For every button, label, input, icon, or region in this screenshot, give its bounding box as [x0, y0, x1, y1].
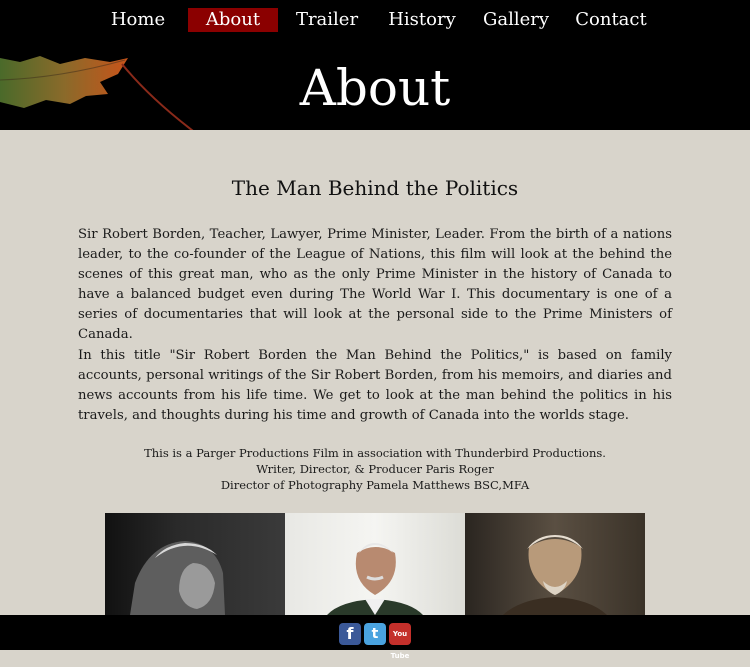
nav-trailer[interactable]: Trailer	[294, 8, 360, 32]
credit-line: Writer, Director, & Producer Paris Roger	[256, 462, 494, 476]
nav-about[interactable]: About	[188, 8, 278, 32]
source-paragraph: In this title "Sir Robert Borden the Man…	[78, 348, 672, 423]
main-content: The Man Behind the Politics Sir Robert B…	[0, 130, 750, 615]
portrait-strip	[105, 513, 645, 615]
nav-contact[interactable]: Contact	[574, 8, 648, 32]
intro-paragraph: Sir Robert Borden, Teacher, Lawyer, Prim…	[78, 227, 672, 342]
credit-line: Director of Photography Pamela Matthews …	[220, 478, 530, 492]
credit-line: This is a Parger Productions Film in ass…	[144, 446, 606, 460]
youtube-icon[interactable]: You Tube	[389, 623, 411, 660]
site-header: Home About Trailer History Gallery Conta…	[0, 0, 750, 130]
nav-home[interactable]: Home	[105, 8, 171, 32]
facebook-icon[interactable]: f	[339, 623, 361, 645]
site-footer: f t You Tube	[0, 615, 750, 660]
credits: This is a Parger Productions Film in ass…	[0, 445, 750, 493]
portrait-photo	[285, 513, 465, 615]
portrait-photo	[465, 513, 645, 615]
portrait-photo	[105, 513, 285, 615]
main-nav: Home About Trailer History Gallery Conta…	[0, 6, 750, 34]
nav-history[interactable]: History	[386, 8, 458, 32]
twitter-icon[interactable]: t	[364, 623, 386, 645]
page-title: About	[299, 59, 451, 117]
section-subtitle: The Man Behind the Politics	[231, 176, 519, 200]
nav-gallery[interactable]: Gallery	[480, 8, 552, 32]
